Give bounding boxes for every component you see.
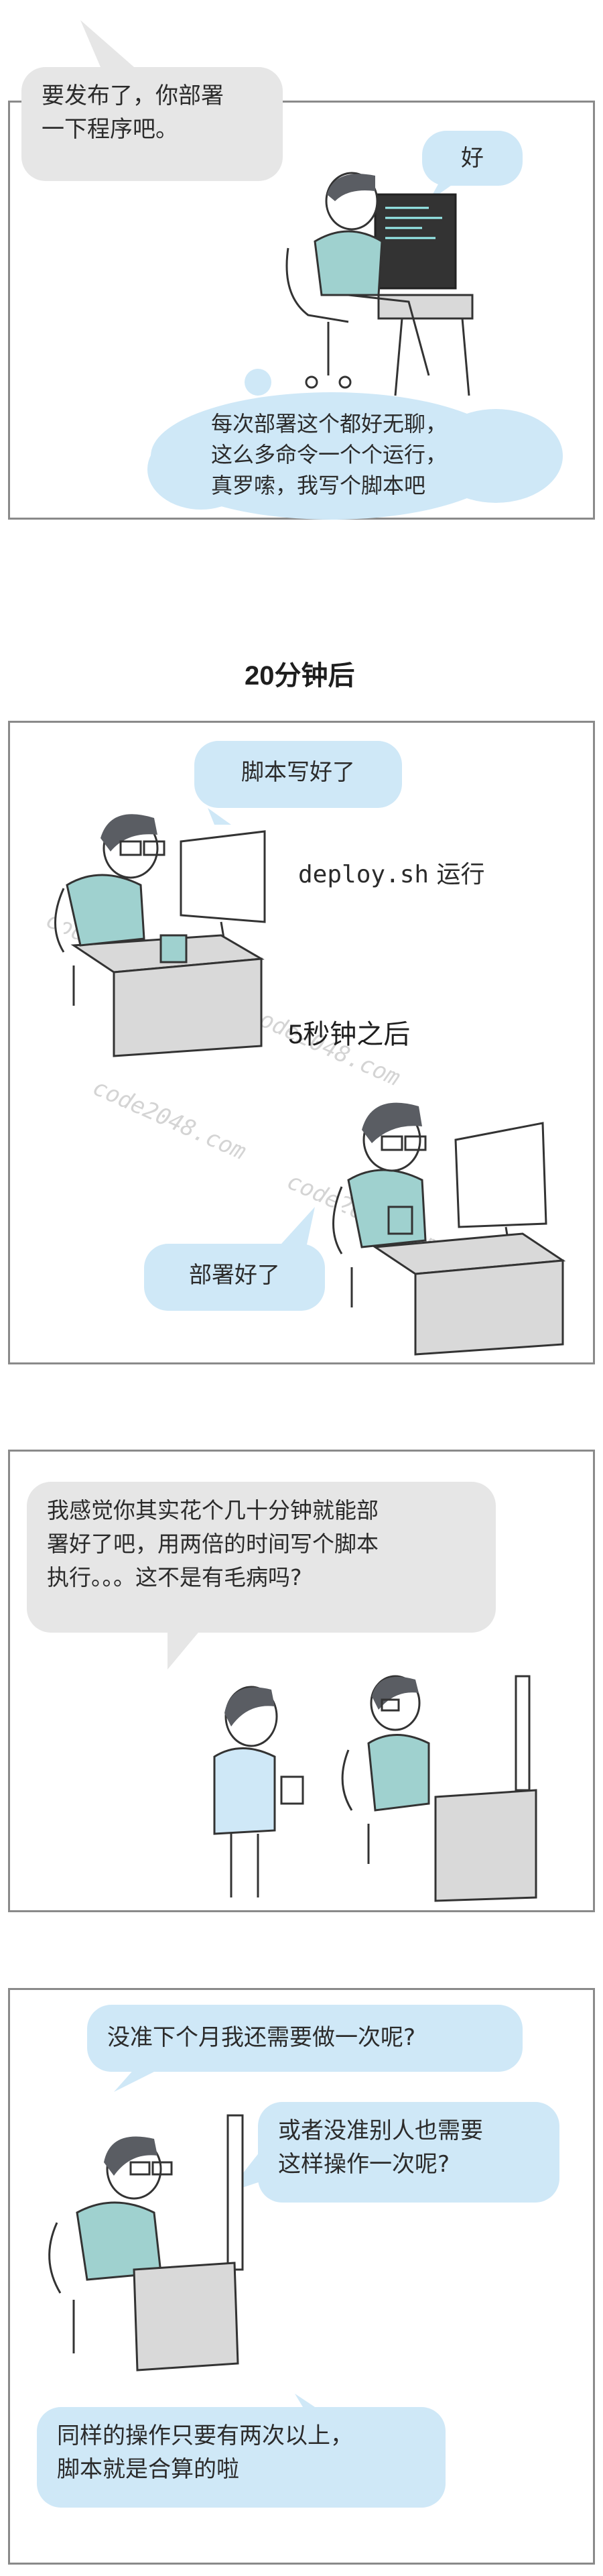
speech-tail-conclusion bbox=[295, 2394, 335, 2427]
bubble-conclusion: 同样的操作只要有两次以上， 脚本就是合算的啦 bbox=[37, 2407, 446, 2508]
